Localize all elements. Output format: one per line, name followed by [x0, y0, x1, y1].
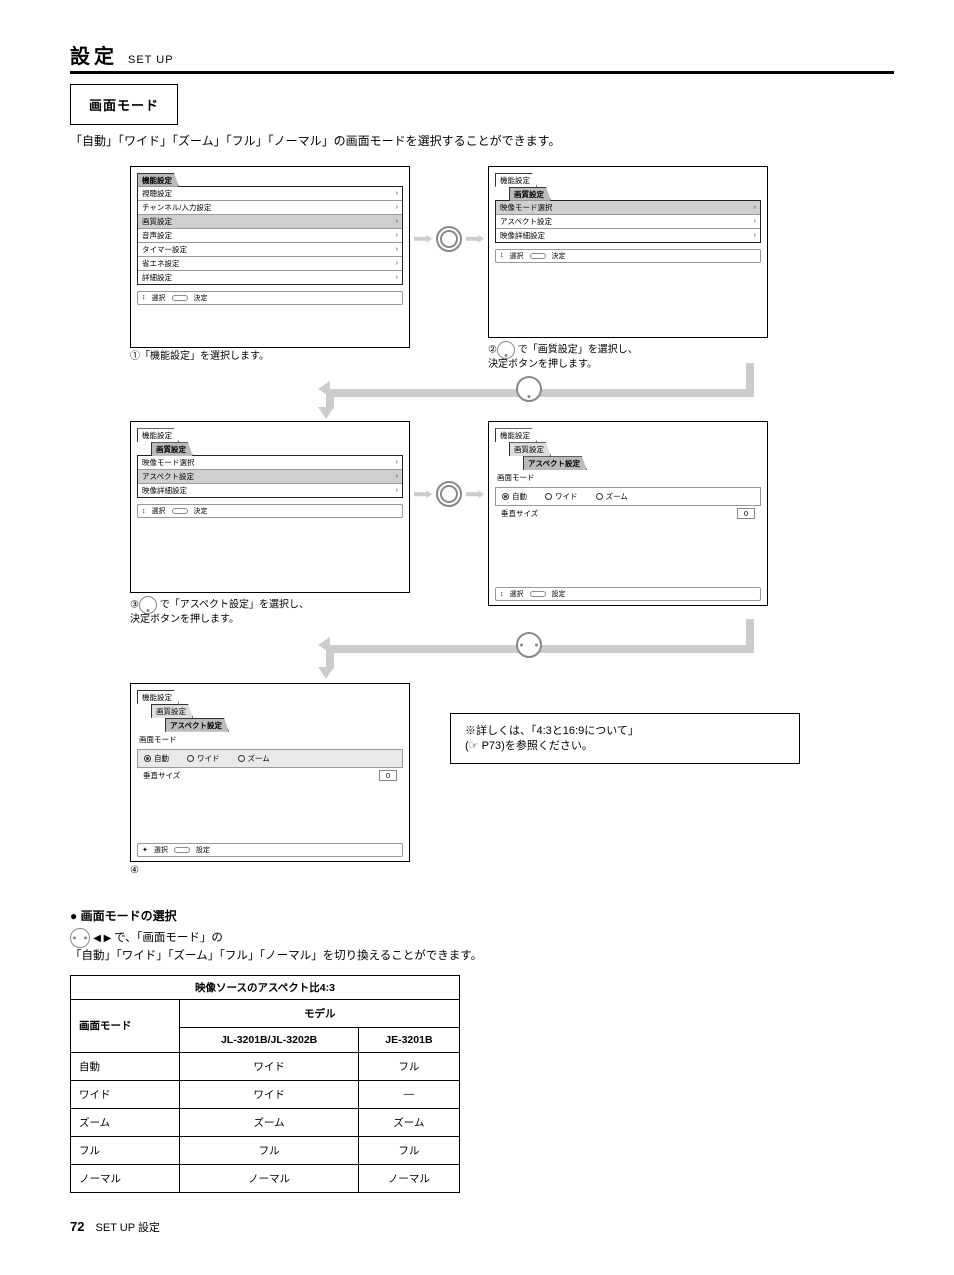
- left-right-tri-icon: ◀ ▶: [93, 933, 114, 944]
- page-header: 設定 SET UP: [70, 40, 894, 69]
- mode-box: 画面モード: [70, 84, 178, 125]
- menu-item[interactable]: 映像詳細設定›: [496, 229, 760, 242]
- table-row: フル フル フル: [71, 1136, 460, 1164]
- th-mode: 画面モード: [71, 999, 180, 1052]
- ok-button-icon: [436, 226, 462, 252]
- row-label: 画面モード: [495, 470, 761, 485]
- menu-item-selected[interactable]: 画質設定›: [138, 215, 402, 229]
- header-jp: 設定: [70, 40, 118, 69]
- intro-text: 「自動」「ワイド」「ズーム」「フル」「ノーマル」の画面モードを選択することができ…: [70, 133, 894, 150]
- hint-row: ↕選択 決定: [137, 504, 403, 518]
- screen-main-menu: 機能設定 視聴設定› チャンネル/入力設定› 画質設定› 音声設定› タイマー設…: [130, 166, 410, 348]
- tab-picture: 画質設定: [509, 442, 551, 456]
- th-model: モデル: [180, 999, 460, 1027]
- vertical-size-value: 0: [737, 508, 755, 519]
- menu-item[interactable]: 映像モード選択›: [138, 456, 402, 470]
- menu-item[interactable]: タイマー設定›: [138, 243, 402, 257]
- screen-aspect-final: 機能設定 画質設定 アスペクト設定 画面モード 自動 ワイド ズーム 垂直サイズ…: [130, 683, 410, 862]
- header-en: SET UP: [128, 54, 174, 66]
- screen-mode-heading: ● 画面モードの選択: [70, 907, 894, 924]
- tab-picture: 画質設定: [509, 187, 551, 201]
- aspect-table: 映像ソースのアスペクト比4:3 画面モード モデル JL-3201B/JL-32…: [70, 975, 460, 1193]
- page-category: SET UP 設定: [96, 1222, 160, 1234]
- step-4-caption: ④: [130, 865, 410, 878]
- screen-aspect-select: 機能設定 画質設定 映像モード選択› アスペクト設定› 映像詳細設定› ↕選択 …: [130, 421, 410, 593]
- hint-row: ↕選択 決定: [495, 249, 761, 263]
- radio-off-icon: [596, 493, 603, 500]
- vertical-size-row: 垂直サイズ 0: [495, 506, 761, 521]
- menu-item[interactable]: 詳細設定›: [138, 271, 402, 284]
- page-number: 72: [70, 1219, 84, 1234]
- ok-button-icon: [436, 481, 462, 507]
- table-caption: 映像ソースのアスペクト比4:3: [70, 975, 460, 999]
- menu-item[interactable]: 音声設定›: [138, 229, 402, 243]
- radio-off-icon: [545, 493, 552, 500]
- arrow-right-1: [414, 226, 484, 252]
- screen-mode-body: ◀ ▶ で、「画面モード」の 「自動」「ワイド」「ズーム」「フル」「ノーマル」を…: [70, 928, 894, 965]
- flow-diagram: 機能設定 視聴設定› チャンネル/入力設定› 画質設定› 音声設定› タイマー設…: [70, 166, 894, 878]
- radio-off-icon: [187, 755, 194, 762]
- tab-main: 機能設定: [137, 428, 179, 442]
- menu-item[interactable]: チャンネル/入力設定›: [138, 201, 402, 215]
- step-3-caption: ③ で「アスペクト設定」を選択し、決定ボタンを押します。: [130, 596, 410, 627]
- table-row: ノーマル ノーマル ノーマル: [71, 1164, 460, 1192]
- menu-item-selected[interactable]: アスペクト設定›: [138, 470, 402, 484]
- table-row: ズーム ズーム ズーム: [71, 1108, 460, 1136]
- tab-aspect: アスペクト設定: [523, 456, 587, 470]
- screen-aspect-options: 機能設定 画質設定 アスペクト設定 画面モード 自動 ワイド ズーム 垂直サイズ…: [488, 421, 768, 606]
- screen-picture-menu: 機能設定 画質設定 映像モード選択› アスペクト設定› 映像詳細設定› ↕選択 …: [488, 166, 768, 338]
- header-rule: [70, 71, 894, 74]
- menu-item-selected[interactable]: 映像モード選択›: [496, 201, 760, 215]
- radio-off-icon: [238, 755, 245, 762]
- th-col1: JL-3201B/JL-3202B: [180, 1027, 358, 1052]
- radio-on-icon: [144, 755, 151, 762]
- tab-picture: 画質設定: [151, 704, 193, 718]
- help-box: ※詳しくは、「4:3と16:9について」 (☞ P73)を参照ください。: [450, 713, 800, 765]
- tab-picture: 画質設定: [151, 442, 193, 456]
- tab-aspect: アスペクト設定: [165, 718, 229, 732]
- page-footer: 72 SET UP 設定: [70, 1219, 894, 1235]
- table-row: ワイド ワイド —: [71, 1080, 460, 1108]
- hint-row: ✦選択 設定: [137, 843, 403, 857]
- connector-2: [130, 637, 894, 677]
- menu-item[interactable]: アスペクト設定›: [496, 215, 760, 229]
- menu-item[interactable]: 視聴設定›: [138, 187, 402, 201]
- hint-row: ↕選択 決定: [137, 291, 403, 305]
- row-label: 画面モード: [137, 732, 403, 747]
- menu-item[interactable]: 省エネ設定›: [138, 257, 402, 271]
- tab-main: 機能設定: [495, 428, 537, 442]
- radio-on-icon: [502, 493, 509, 500]
- arrow-right-2: [414, 481, 484, 507]
- tab-main: 機能設定: [137, 173, 179, 187]
- table-row: 自動 ワイド フル: [71, 1052, 460, 1080]
- vertical-size-row: 垂直サイズ 0: [137, 768, 403, 783]
- tab-main: 機能設定: [137, 690, 179, 704]
- vertical-size-value: 0: [379, 770, 397, 781]
- tab-main: 機能設定: [495, 173, 537, 187]
- option-row[interactable]: 自動 ワイド ズーム: [495, 487, 761, 506]
- connector-1: [130, 381, 894, 415]
- hint-row: ↕選択 設定: [495, 587, 761, 601]
- menu-item[interactable]: 映像詳細設定›: [138, 484, 402, 497]
- step-2-caption: ② で「画質設定」を選択し、決定ボタンを押します。: [488, 341, 768, 372]
- th-col2: JE-3201B: [358, 1027, 459, 1052]
- step-1-caption: ①「機能設定」を選択します。: [130, 351, 410, 364]
- option-row-selected[interactable]: 自動 ワイド ズーム: [137, 749, 403, 768]
